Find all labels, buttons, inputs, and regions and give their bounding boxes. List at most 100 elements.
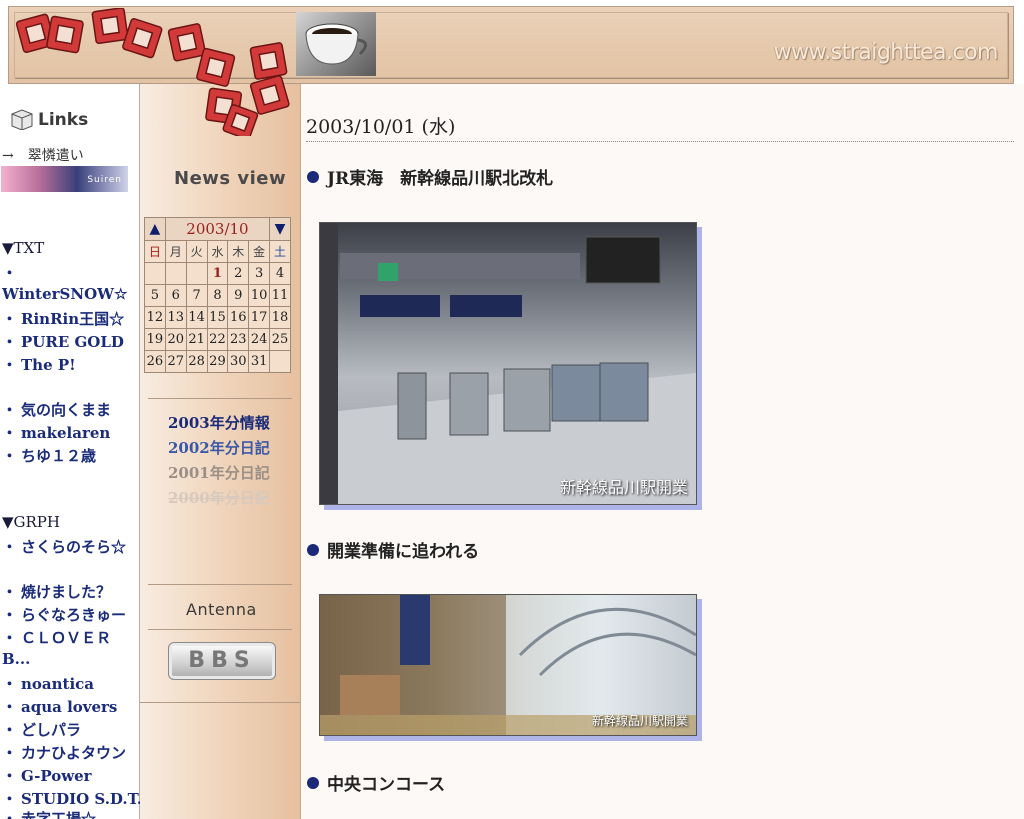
calendar-day: 5 — [144, 284, 166, 307]
sidebar-link-item[interactable]: ・ STUDIO S.D.T. — [2, 788, 142, 809]
calendar-day: 8 — [206, 284, 229, 307]
calendar-day: 30 — [227, 350, 250, 373]
sidebar-link-item[interactable]: ・ noantica — [2, 673, 94, 694]
calendar-weekday: 金 — [248, 240, 271, 263]
calendar-day: 28 — [185, 350, 208, 373]
sidebar-link-label[interactable]: G-Power — [21, 767, 92, 785]
news-view-heading: News view — [174, 168, 287, 189]
sidebar-link-label[interactable]: らぐなろきゅー — [21, 606, 126, 624]
calendar-day-today[interactable]: 1 — [206, 262, 229, 285]
preparation-photo[interactable]: 新幹線品川駅開業 — [319, 594, 697, 736]
sidebar-link-label[interactable]: aqua lovers — [21, 698, 117, 716]
sidebar-link-item[interactable]: ・ The P! — [2, 354, 76, 375]
sidebar-link-item[interactable]: ・焼けました？ — [2, 581, 111, 602]
sidebar-link-label[interactable]: 赤字工場☆ — [21, 810, 96, 819]
site-url-logo[interactable]: www.straighttea.com — [774, 40, 999, 65]
calendar-day: 15 — [206, 306, 229, 329]
calendar-day: 27 — [164, 350, 187, 373]
calendar-day: 18 — [269, 306, 291, 329]
sidebar-link-suiren[interactable]: → 翠憐遣い — [2, 145, 84, 165]
calendar: ▲ 2003/10 ▼ 日 月 火 水 木 金 土 1 2 3 4 5 6 7 … — [144, 217, 291, 373]
sidebar-link-label[interactable]: noantica — [21, 675, 94, 693]
sidebar-link-item[interactable]: B... — [2, 650, 30, 668]
sidebar-link-item[interactable]: ・カナひよタウン — [2, 742, 126, 763]
calendar-day: 12 — [144, 306, 166, 329]
calendar-day: 26 — [144, 350, 166, 373]
calendar-prev-button[interactable]: ▲ — [144, 217, 166, 241]
sidebar-link-label[interactable]: さくらのそら☆ — [21, 538, 126, 556]
calendar-day: 17 — [248, 306, 271, 329]
calendar-next-button[interactable]: ▼ — [269, 217, 291, 241]
calendar-day: 4 — [269, 262, 291, 285]
year-link-2003[interactable]: 2003年分情報 — [168, 412, 270, 433]
sidebar-link-item[interactable]: ・どしパラ — [2, 719, 81, 740]
bbs-button[interactable]: BBS — [168, 642, 276, 680]
sidebar-link-label[interactable]: カナひよタウン — [21, 744, 126, 762]
suiren-banner[interactable]: Suiren — [1, 166, 128, 192]
year-link-2001[interactable]: 2001年分日記 — [168, 462, 270, 483]
calendar-day: 29 — [206, 350, 229, 373]
news-column: News view ▲ 2003/10 ▼ 日 月 火 水 木 金 土 1 2 … — [140, 84, 301, 819]
topic-heading-text: 開業準備に追われる — [327, 542, 480, 562]
calendar-day: 21 — [185, 328, 208, 351]
sidebar-link-label[interactable]: 気の向くまま — [21, 401, 111, 419]
divider — [148, 398, 292, 399]
calendar-day — [185, 262, 208, 285]
sidebar-link-item[interactable]: WinterSNOW☆ — [2, 285, 127, 303]
links-sidebar: Links → 翠憐遣い Suiren ▼TXT ・ WinterSNOW☆ ・… — [0, 84, 142, 819]
sidebar-link-item[interactable]: ・さくらのそら☆ — [2, 536, 126, 557]
photo-caption: 新幹線品川駅開業 — [591, 714, 688, 728]
calendar-day: 11 — [269, 284, 291, 307]
sidebar-link-item[interactable]: ・ RinRin王国☆ — [2, 308, 124, 329]
calendar-weekday: 土 — [269, 240, 291, 263]
calendar-day: 14 — [185, 306, 208, 329]
sidebar-link-label[interactable]: The P! — [21, 356, 76, 374]
sidebar-link-label[interactable]: ちゆ１２歳 — [21, 447, 96, 465]
bullet-icon — [307, 544, 319, 556]
sidebar-link-label[interactable]: PURE GOLD — [21, 333, 124, 351]
tea-cubes-logo[interactable] — [10, 8, 310, 136]
sidebar-link-item[interactable]: ・ ＣＬＯＶＥＲ — [2, 627, 111, 648]
calendar-day: 2 — [227, 262, 250, 285]
sidebar-link-label[interactable]: 焼けました？ — [21, 583, 111, 601]
year-link-2002[interactable]: 2002年分日記 — [168, 437, 270, 458]
calendar-day: 9 — [227, 284, 250, 307]
sidebar-link-item[interactable]: ・赤字工場☆ — [2, 808, 96, 819]
antenna-link[interactable]: Antenna — [186, 600, 257, 619]
divider — [148, 629, 292, 630]
calendar-day: 19 — [144, 328, 166, 351]
calendar-day: 13 — [164, 306, 187, 329]
calendar-day: 25 — [269, 328, 291, 351]
sidebar-link-item[interactable]: ・ G-Power — [2, 765, 92, 786]
calendar-day: 16 — [227, 306, 250, 329]
sidebar-section-title: ▼GRPH — [2, 513, 60, 531]
divider — [148, 584, 292, 585]
sidebar-link-label[interactable]: makelaren — [21, 424, 110, 442]
calendar-day: 24 — [248, 328, 271, 351]
year-link-2000[interactable]: 2000年分日記 — [168, 487, 270, 508]
sidebar-link-item[interactable]: ・気の向くまま — [2, 399, 111, 420]
sidebar-link-label[interactable]: ＣＬＯＶＥＲ — [21, 629, 111, 647]
sidebar-link-label[interactable]: STUDIO S.D.T. — [21, 790, 142, 808]
sidebar-link-item[interactable]: ・ PURE GOLD — [2, 331, 124, 352]
calendar-day: 3 — [248, 262, 271, 285]
dotted-divider — [306, 141, 1014, 142]
sidebar-link-item[interactable]: ・ makelaren — [2, 422, 110, 443]
calendar-month-label: 2003/10 — [164, 217, 271, 241]
topic-heading: JR東海 新幹線品川駅北改札 — [307, 164, 553, 189]
banner-label: Suiren — [87, 175, 122, 185]
topic-heading-text: 中央コンコース — [327, 775, 446, 795]
sidebar-link-item[interactable]: ・らぐなろきゅー — [2, 604, 126, 625]
sidebar-link-item[interactable]: ・ちゆ１２歳 — [2, 445, 96, 466]
bullet-icon — [307, 777, 319, 789]
bullet-icon — [307, 171, 319, 183]
sidebar-link-label[interactable]: RinRin王国☆ — [21, 310, 124, 328]
sidebar-section-title: ▼TXT — [2, 239, 45, 257]
calendar-day: 31 — [248, 350, 271, 373]
station-gate-photo[interactable]: 新幹線品川駅開業 — [319, 222, 697, 505]
sidebar-link-item[interactable]: ・ aqua lovers — [2, 696, 117, 717]
calendar-day — [144, 262, 166, 285]
topic-heading-text: JR東海 新幹線品川駅北改札 — [327, 169, 554, 189]
sidebar-link-label[interactable]: どしパラ — [21, 721, 81, 739]
calendar-day: 7 — [185, 284, 208, 307]
